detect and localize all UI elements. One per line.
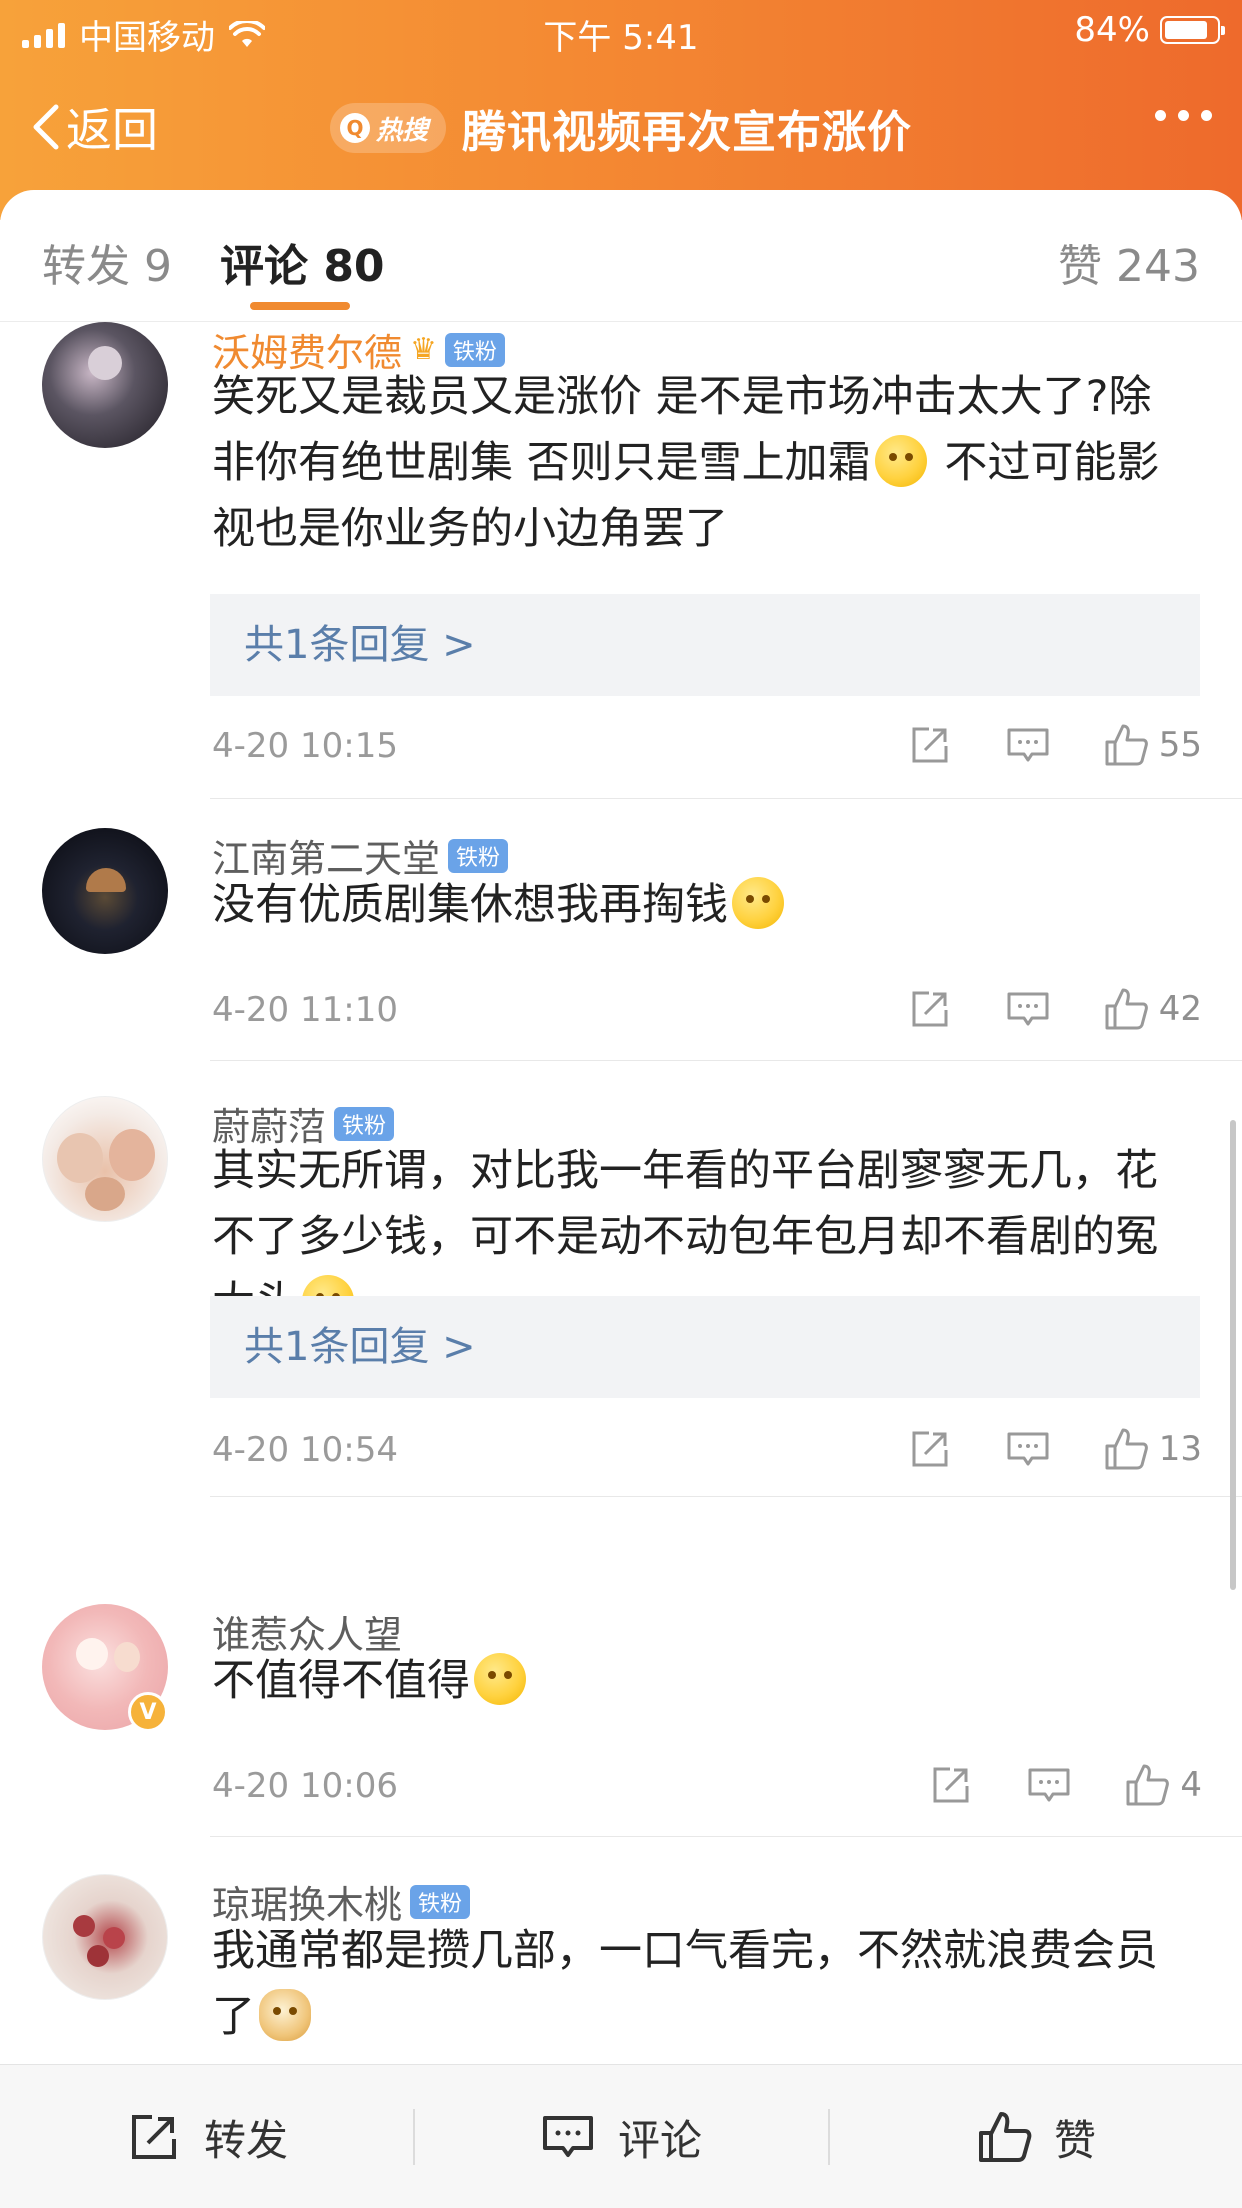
comment-label: 评论 [618, 2115, 703, 2165]
like-count: 55 [1158, 725, 1202, 765]
grin-emoji-icon [732, 877, 784, 929]
battery-icon [1160, 16, 1225, 44]
thumbs-up-icon [1105, 1428, 1148, 1470]
divider [210, 1836, 1242, 1837]
share-button[interactable] [907, 986, 953, 1032]
avatar[interactable] [42, 1096, 168, 1222]
thinking-emoji-icon [474, 1653, 526, 1705]
share-icon [912, 991, 948, 1027]
fan-badge: 铁粉 [334, 1106, 395, 1141]
reply-button[interactable] [1005, 1426, 1051, 1472]
timestamp: 4-20 10:54 [212, 1430, 398, 1470]
share-button[interactable] [907, 1426, 953, 1472]
fan-badge: 铁粉 [410, 1884, 471, 1919]
nav-title-group: Q 热搜 腾讯视频再次宣布涨价 [330, 96, 912, 160]
comment-text: 笑死又是裁员又是涨价 是不是市场冲击太大了?除非你有绝世剧集 否则只是雪上加霜 … [212, 372, 1160, 554]
active-tab-indicator [250, 302, 350, 310]
comment-icon [1007, 992, 1049, 1026]
comment-text: 不值得不值得 [212, 1648, 1192, 1714]
comment-text: 没有优质剧集休想我再掏钱 [212, 872, 1192, 938]
like-button[interactable]: 赞 [976, 2065, 1096, 2208]
reply-button[interactable] [1005, 722, 1051, 768]
reply-button[interactable] [1026, 1762, 1072, 1808]
comment-button[interactable]: 评论 [540, 2065, 702, 2208]
like-button[interactable]: 55 [1103, 722, 1202, 768]
smile-emoji-icon [874, 435, 927, 487]
verified-badge-icon: V [128, 1692, 168, 1732]
status-bar: 中国移动 下午 5:41 84% [0, 0, 1242, 62]
battery-percent: 84% [1074, 10, 1150, 50]
avatar[interactable] [42, 828, 168, 954]
repost-button[interactable]: 转发 [126, 2065, 288, 2208]
chevron-left-icon [33, 104, 59, 150]
reply-link[interactable]: 共1条回复 > [210, 594, 1200, 696]
tab-likes[interactable]: 赞 243 [1058, 230, 1200, 294]
thumbs-up-icon [979, 2112, 1032, 2162]
divider [210, 1060, 1242, 1061]
divider [210, 1496, 1242, 1497]
timestamp: 4-20 10:06 [212, 1766, 398, 1806]
thumbs-up-icon [1105, 988, 1148, 1030]
back-label: 返回 [66, 103, 158, 157]
timestamp: 4-20 10:15 [212, 726, 398, 766]
thumbs-up-icon [1126, 1764, 1170, 1806]
hot-search-badge[interactable]: Q 热搜 [330, 103, 447, 153]
hot-search-label: 热搜 [376, 115, 429, 146]
divider [413, 2109, 415, 2165]
like-button[interactable]: 13 [1103, 1426, 1202, 1472]
comment-icon [1007, 728, 1049, 762]
share-button[interactable] [928, 1762, 974, 1808]
bottom-action-bar: 转发 评论 赞 [0, 2064, 1242, 2208]
search-icon: Q [340, 113, 370, 143]
comment-icon [1028, 1768, 1070, 1802]
header: 中国移动 下午 5:41 84% 返回 Q 热搜 腾讯视频再次宣布涨价 [0, 0, 1242, 220]
share-icon [912, 1431, 948, 1467]
timestamp: 4-20 11:10 [212, 990, 398, 1030]
avatar[interactable] [42, 1874, 168, 2000]
fan-badge: 铁粉 [448, 838, 509, 873]
like-button[interactable]: 42 [1103, 986, 1202, 1032]
divider [210, 798, 1242, 799]
clock: 下午 5:41 [543, 18, 699, 58]
like-count: 13 [1158, 1429, 1202, 1469]
more-icon[interactable] [1155, 110, 1212, 121]
doge-emoji-icon [259, 1989, 311, 2041]
tab-bar: 转发 9 评论 80 赞 243 [0, 190, 1242, 322]
reply-button[interactable] [1005, 986, 1051, 1032]
comment-icon [1007, 1432, 1049, 1466]
comment-icon [543, 2116, 593, 2157]
divider [828, 2109, 830, 2165]
like-count: 4 [1180, 1765, 1202, 1805]
page-title: 腾讯视频再次宣布涨价 [462, 107, 913, 158]
like-label: 赞 [1054, 2115, 1097, 2165]
scrollbar[interactable] [1230, 1120, 1236, 1590]
fan-badge: 铁粉 [444, 332, 505, 367]
comment-feed[interactable]: 沃姆费尔德 ♛ 铁粉 笑死又是裁员又是涨价 是不是市场冲击太大了?除非你有绝世剧… [0, 322, 1242, 2064]
share-icon [912, 727, 948, 763]
like-button[interactable]: 4 [1124, 1762, 1202, 1808]
repost-label: 转发 [204, 2115, 289, 2165]
tab-comments[interactable]: 评论 80 [220, 230, 385, 294]
share-icon [132, 2115, 176, 2159]
like-count: 42 [1158, 989, 1202, 1029]
thumbs-up-icon [1105, 724, 1148, 766]
tab-repost[interactable]: 转发 9 [42, 230, 172, 294]
avatar[interactable] [42, 322, 168, 448]
reply-link[interactable]: 共1条回复 > [210, 1296, 1200, 1398]
share-icon [933, 1767, 969, 1803]
back-button[interactable]: 返回 [30, 94, 158, 160]
share-button[interactable] [907, 722, 953, 768]
comment-text: 我通常都是攒几部，一口气看完，不然就浪费会员了 [212, 1926, 1158, 2042]
nav-bar: 返回 Q 热搜 腾讯视频再次宣布涨价 [0, 80, 1242, 170]
crown-icon: ♛ [410, 332, 437, 367]
